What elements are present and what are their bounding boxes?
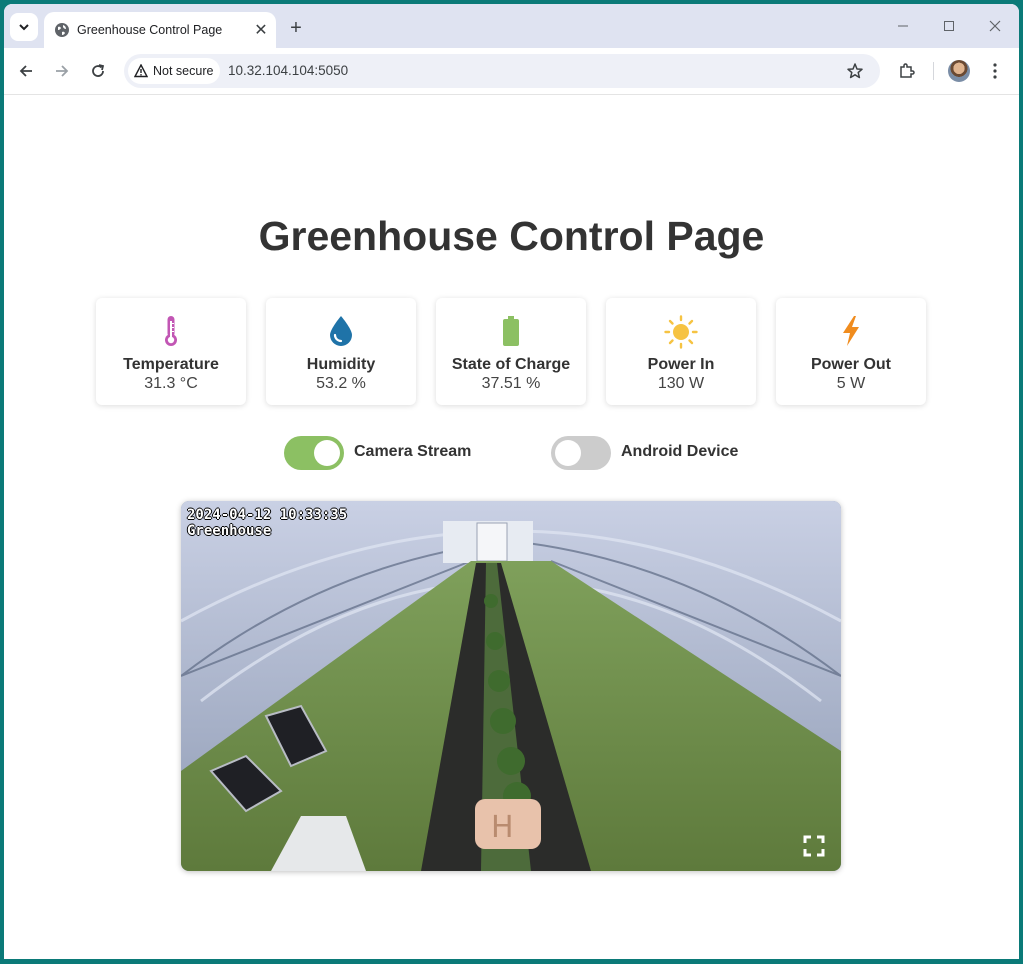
warning-icon	[134, 64, 148, 78]
close-tab-icon[interactable]: ✕	[250, 19, 272, 41]
more-vertical-icon	[993, 63, 997, 79]
camera-timestamp: 2024-04-12 10:33:35	[187, 507, 348, 523]
temperature-label: Temperature	[123, 356, 219, 373]
power-out-card: Power Out 5 W	[776, 298, 926, 405]
fullscreen-icon[interactable]	[803, 835, 825, 857]
maximize-icon	[944, 21, 954, 31]
browser-toolbar: Not secure 10.32.104.104:5050	[4, 48, 1019, 95]
humidity-label: Humidity	[306, 356, 376, 373]
camera-stream-view[interactable]: H 2024-04-12 10:33:35 Greenhouse	[181, 501, 841, 871]
bolt-icon	[843, 316, 859, 346]
globe-icon	[55, 23, 69, 37]
battery-icon	[503, 316, 519, 346]
puzzle-icon	[900, 63, 915, 78]
power-out-value: 5 W	[836, 375, 866, 392]
browser-window: Greenhouse Control Page ✕ + Not secure 1…	[4, 4, 1019, 959]
minimize-icon	[898, 25, 908, 27]
water-drop-icon	[330, 316, 352, 346]
address-bar[interactable]: Not secure 10.32.104.104:5050	[124, 54, 880, 88]
power-out-label: Power Out	[810, 356, 891, 373]
url-text[interactable]: 10.32.104.104:5050	[228, 63, 348, 78]
camera-stream-label: Camera Stream	[354, 443, 472, 460]
arrow-right-icon	[56, 65, 69, 77]
power-in-card: Power In 130 W	[606, 298, 756, 405]
camera-location: Greenhouse	[187, 523, 272, 539]
back-button[interactable]	[13, 58, 39, 84]
humidity-card: Humidity 53.2 %	[266, 298, 416, 405]
android-device-toggle[interactable]	[551, 436, 611, 470]
star-icon	[847, 63, 863, 79]
chevron-down-icon	[19, 24, 29, 31]
tab-strip: Greenhouse Control Page ✕ +	[4, 4, 1019, 48]
reload-icon	[92, 64, 105, 77]
extensions-button[interactable]	[894, 58, 920, 84]
new-tab-button[interactable]: +	[284, 16, 308, 40]
profile-avatar[interactable]	[948, 60, 970, 82]
close-icon	[989, 20, 1001, 32]
page-content: Greenhouse Control Page Temperature 31.3…	[4, 95, 1019, 959]
minimize-button[interactable]	[891, 16, 915, 36]
page-title: Greenhouse Control Page	[258, 213, 765, 259]
humidity-value: 53.2 %	[316, 375, 366, 392]
power-in-label: Power In	[647, 356, 715, 373]
power-in-value: 130 W	[657, 375, 705, 392]
svg-text:H: H	[491, 810, 514, 845]
temperature-value: 31.3 °C	[144, 375, 198, 392]
toolbar-divider	[933, 62, 934, 80]
android-device-label: Android Device	[621, 443, 739, 460]
menu-button[interactable]	[982, 58, 1008, 84]
tab-greenhouse[interactable]: Greenhouse Control Page ✕	[44, 12, 276, 48]
state-of-charge-value: 37.51 %	[481, 375, 541, 392]
sun-icon	[664, 315, 698, 349]
security-label: Not secure	[153, 64, 214, 78]
thermometer-icon	[165, 316, 177, 346]
arrow-left-icon	[19, 65, 32, 77]
security-chip[interactable]: Not secure	[128, 58, 220, 84]
toggle-knob	[555, 440, 581, 466]
greenhouse-camera-image: H	[181, 501, 841, 871]
state-of-charge-label: State of Charge	[451, 356, 571, 373]
reload-button[interactable]	[85, 58, 111, 84]
forward-button[interactable]	[49, 58, 75, 84]
close-window-button[interactable]	[983, 16, 1007, 36]
camera-stream-toggle[interactable]	[284, 436, 344, 470]
tab-search-button[interactable]	[10, 13, 38, 41]
maximize-button[interactable]	[937, 16, 961, 36]
state-of-charge-card: State of Charge 37.51 %	[436, 298, 586, 405]
toggle-knob	[314, 440, 340, 466]
temperature-card: Temperature 31.3 °C	[96, 298, 246, 405]
tab-title: Greenhouse Control Page	[77, 23, 223, 37]
bookmark-button[interactable]	[844, 60, 866, 82]
